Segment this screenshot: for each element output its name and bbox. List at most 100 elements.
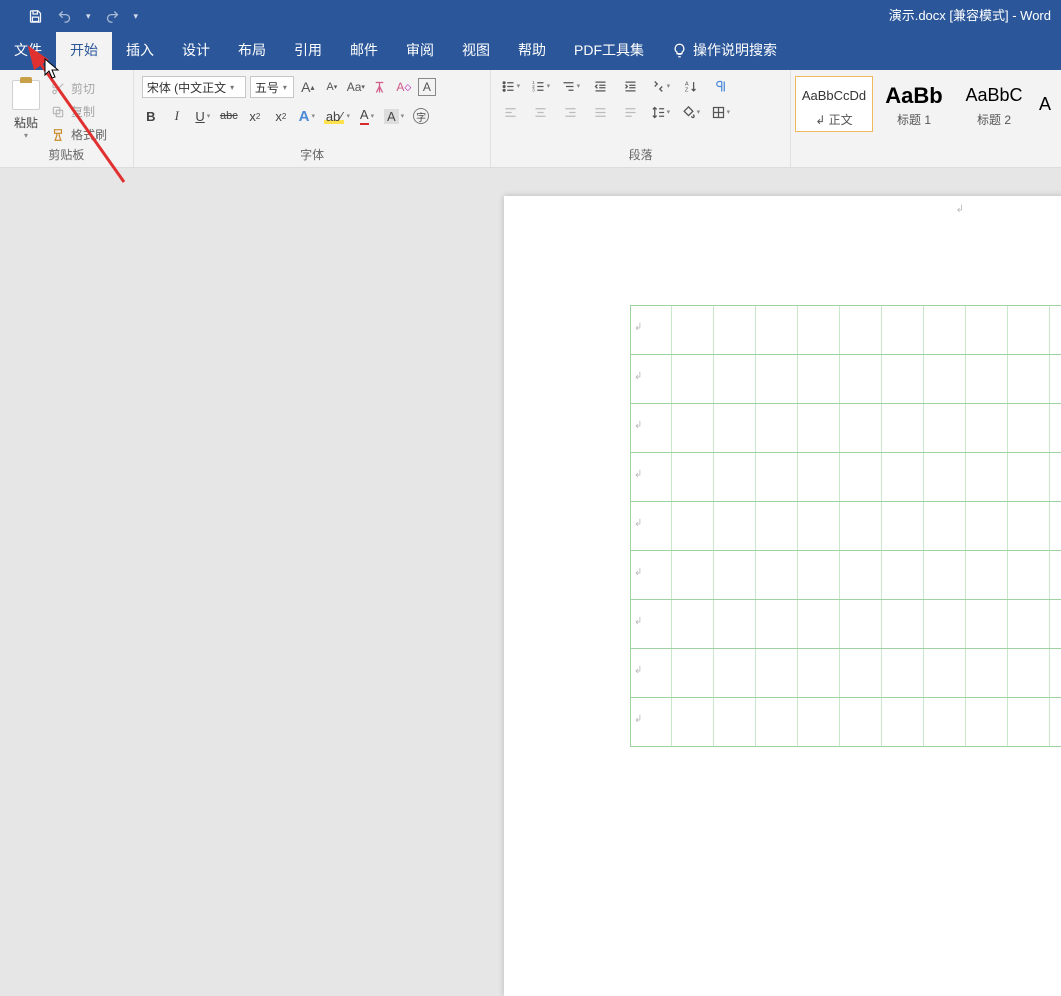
table-cell[interactable] bbox=[924, 502, 966, 550]
table-cell[interactable] bbox=[714, 600, 756, 648]
copy-button[interactable]: 复制 bbox=[50, 103, 107, 120]
table-cell[interactable] bbox=[672, 600, 714, 648]
table-cell[interactable] bbox=[924, 306, 966, 354]
multilevel-button[interactable]: ▾ bbox=[559, 76, 581, 96]
style-normal[interactable]: AaBbCcDd ↲ 正文 bbox=[795, 76, 873, 132]
show-marks-button[interactable] bbox=[709, 76, 731, 96]
document-area[interactable]: ↲ ↲↲↲↲↲↲↲↲↲ bbox=[0, 168, 1061, 755]
qat-customize-icon[interactable]: ▾ bbox=[134, 11, 139, 22]
table-row[interactable]: ↲ bbox=[630, 452, 1061, 502]
tab-home[interactable]: 开始 bbox=[56, 30, 112, 70]
increase-indent-button[interactable] bbox=[619, 76, 641, 96]
table-cell[interactable] bbox=[966, 502, 1008, 550]
table-cell[interactable] bbox=[882, 600, 924, 648]
table-cell[interactable] bbox=[672, 698, 714, 746]
table-cell[interactable] bbox=[672, 551, 714, 599]
table-row[interactable]: ↲ bbox=[630, 354, 1061, 404]
text-effects-button[interactable]: A▾ bbox=[298, 106, 316, 126]
table-cell[interactable] bbox=[840, 355, 882, 403]
table-cell[interactable] bbox=[924, 600, 966, 648]
table-cell[interactable] bbox=[798, 698, 840, 746]
table-cell[interactable] bbox=[966, 355, 1008, 403]
table-cell[interactable] bbox=[714, 355, 756, 403]
table-cell[interactable] bbox=[798, 600, 840, 648]
bullets-button[interactable]: ▾ bbox=[499, 76, 521, 96]
grow-font-button[interactable]: A▴ bbox=[298, 76, 318, 98]
align-center-button[interactable] bbox=[529, 102, 551, 122]
bold-button[interactable]: B bbox=[142, 106, 160, 126]
highlight-button[interactable]: ab⁄▾ bbox=[324, 106, 350, 126]
table-cell[interactable] bbox=[672, 355, 714, 403]
format-painter-button[interactable]: 格式刷 bbox=[50, 126, 107, 143]
table-cell[interactable] bbox=[966, 649, 1008, 697]
redo-icon[interactable] bbox=[105, 9, 120, 24]
table-row[interactable]: ↲ bbox=[630, 550, 1061, 600]
line-spacing-button[interactable]: ▾ bbox=[649, 102, 671, 122]
table-cell[interactable] bbox=[966, 453, 1008, 501]
table-cell[interactable] bbox=[840, 698, 882, 746]
table-cell[interactable] bbox=[672, 404, 714, 452]
shading-button[interactable]: ▾ bbox=[679, 102, 701, 122]
table-cell[interactable] bbox=[672, 502, 714, 550]
table-cell[interactable] bbox=[1008, 698, 1050, 746]
table-cell[interactable] bbox=[924, 404, 966, 452]
enclose-char-button[interactable]: 字 bbox=[412, 106, 430, 126]
table-cell[interactable] bbox=[756, 355, 798, 403]
table-cell[interactable] bbox=[672, 649, 714, 697]
table-row[interactable]: ↲ bbox=[630, 305, 1061, 355]
document-page[interactable]: ↲ ↲↲↲↲↲↲↲↲↲ bbox=[504, 196, 1061, 996]
table-cell[interactable] bbox=[1008, 404, 1050, 452]
table-cell[interactable] bbox=[798, 649, 840, 697]
table-cell[interactable] bbox=[882, 698, 924, 746]
document-table[interactable]: ↲↲↲↲↲↲↲↲↲ bbox=[630, 306, 1061, 747]
table-cell[interactable] bbox=[756, 453, 798, 501]
char-shading-button[interactable]: A▾ bbox=[384, 106, 404, 126]
table-cell[interactable] bbox=[882, 306, 924, 354]
phonetic-guide-button[interactable] bbox=[370, 76, 390, 98]
font-name-combo[interactable]: 宋体 (中文正文▾ bbox=[142, 76, 246, 98]
table-cell[interactable] bbox=[882, 551, 924, 599]
underline-button[interactable]: U▾ bbox=[194, 106, 212, 126]
paste-button[interactable]: 粘贴 bbox=[14, 114, 38, 131]
save-icon[interactable] bbox=[28, 9, 43, 24]
tab-mailings[interactable]: 邮件 bbox=[336, 30, 392, 70]
clear-formatting-button[interactable]: A◇ bbox=[394, 76, 414, 98]
paste-dropdown-icon[interactable]: ▾ bbox=[24, 131, 28, 140]
table-cell[interactable] bbox=[756, 551, 798, 599]
table-cell[interactable] bbox=[756, 600, 798, 648]
shrink-font-button[interactable]: A▾ bbox=[322, 76, 342, 98]
decrease-indent-button[interactable] bbox=[589, 76, 611, 96]
table-cell[interactable] bbox=[714, 404, 756, 452]
table-cell[interactable] bbox=[1008, 600, 1050, 648]
font-color-button[interactable]: A▾ bbox=[358, 106, 376, 126]
table-cell[interactable] bbox=[1008, 502, 1050, 550]
table-cell[interactable] bbox=[1008, 649, 1050, 697]
undo-dropdown-icon[interactable]: ▾ bbox=[86, 11, 91, 22]
superscript-button[interactable]: x2 bbox=[272, 106, 290, 126]
table-cell[interactable] bbox=[714, 453, 756, 501]
char-border-button[interactable]: A bbox=[418, 78, 436, 96]
table-row[interactable]: ↲ bbox=[630, 501, 1061, 551]
table-cell[interactable] bbox=[924, 355, 966, 403]
tab-references[interactable]: 引用 bbox=[280, 30, 336, 70]
table-row[interactable]: ↲ bbox=[630, 599, 1061, 649]
table-cell[interactable] bbox=[1008, 453, 1050, 501]
table-cell[interactable] bbox=[714, 649, 756, 697]
table-cell[interactable] bbox=[672, 306, 714, 354]
table-cell[interactable] bbox=[840, 404, 882, 452]
table-cell[interactable] bbox=[882, 404, 924, 452]
table-cell[interactable] bbox=[966, 600, 1008, 648]
table-cell[interactable] bbox=[756, 306, 798, 354]
table-cell[interactable] bbox=[966, 306, 1008, 354]
table-cell[interactable] bbox=[798, 355, 840, 403]
table-cell[interactable] bbox=[714, 551, 756, 599]
table-cell[interactable] bbox=[756, 698, 798, 746]
table-cell[interactable] bbox=[672, 453, 714, 501]
table-cell[interactable] bbox=[756, 502, 798, 550]
table-cell[interactable] bbox=[966, 551, 1008, 599]
tab-layout[interactable]: 布局 bbox=[224, 30, 280, 70]
table-cell[interactable] bbox=[714, 698, 756, 746]
table-row[interactable]: ↲ bbox=[630, 697, 1061, 747]
table-row[interactable]: ↲ bbox=[630, 403, 1061, 453]
undo-icon[interactable] bbox=[57, 9, 72, 24]
